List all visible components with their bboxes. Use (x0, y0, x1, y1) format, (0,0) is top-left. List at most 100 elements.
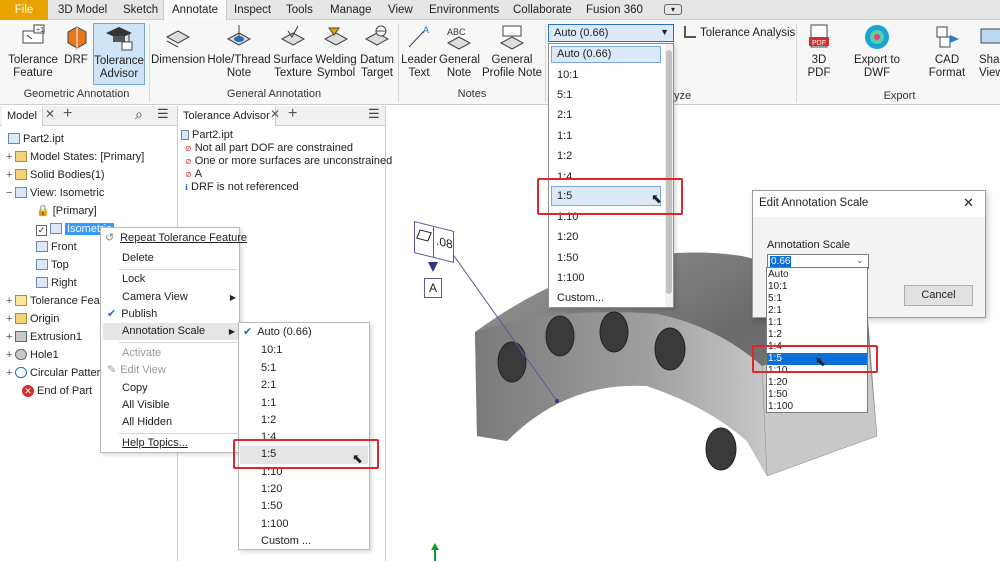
close-icon[interactable]: ✕ (45, 107, 55, 121)
advisor-message[interactable]: ⊘ Not all part DOF are constrained (185, 141, 353, 155)
context-item-all-hidden[interactable]: All Hidden (122, 414, 172, 431)
surface-texture-button[interactable]: Surface Texture (272, 23, 314, 85)
context-item-copy[interactable]: Copy (122, 380, 148, 397)
submenu-item[interactable]: 2:1 (261, 377, 276, 394)
expand-icon[interactable]: + (6, 364, 15, 382)
tree-item-circular-pattern[interactable]: + Circular Patter (6, 364, 100, 382)
context-item-annotation-scale[interactable]: Annotation Scale ▶ (103, 323, 239, 340)
tree-item-top[interactable]: Top (36, 256, 69, 274)
dialog-scale-option[interactable]: 1:2 (768, 329, 782, 341)
tree-item-model-states[interactable]: + Model States: [Primary] (6, 148, 144, 166)
checkbox-icon[interactable]: ✓ (36, 225, 47, 236)
tree-item-view-isometric[interactable]: − View: Isometric (6, 184, 104, 202)
tolerance-feature-button[interactable]: +1 Tolerance Feature (5, 23, 61, 85)
submenu-item[interactable]: 5:1 (261, 360, 276, 377)
leader-text-button[interactable]: A Leader Text (400, 23, 438, 85)
expand-icon[interactable]: + (6, 166, 15, 184)
chevron-down-icon[interactable]: ⌄ (856, 255, 864, 266)
tab-inspect[interactable]: Inspect (226, 0, 279, 20)
tree-item-end-of-part[interactable]: ✕ End of Part (22, 382, 92, 400)
search-icon[interactable]: ⌕ (135, 106, 143, 123)
tree-item-right[interactable]: Right (36, 274, 77, 292)
submenu-item[interactable]: 1:20 (261, 481, 282, 498)
tab-annotate[interactable]: Annotate (163, 0, 228, 21)
advisor-message[interactable]: ℹ DRF is not referenced (185, 180, 299, 194)
scale-option[interactable]: 1:50 (557, 252, 578, 264)
cad-format-button[interactable]: CAD Format (916, 23, 978, 85)
scale-option[interactable]: 5:1 (557, 89, 572, 101)
scale-option[interactable]: 1:20 (557, 231, 578, 243)
expand-icon[interactable]: + (6, 292, 15, 310)
tab-view[interactable]: View (380, 0, 421, 20)
context-item-repeat[interactable]: ↺ Repeat Tolerance Feature (105, 230, 247, 247)
collapse-icon[interactable]: − (6, 184, 15, 202)
cancel-button[interactable]: Cancel (904, 285, 973, 306)
tab-tolerance-advisor[interactable]: Tolerance Advisor (178, 106, 276, 126)
context-item-publish[interactable]: ✔ Publish (107, 306, 157, 323)
datum-target-button[interactable]: Datum Target (358, 23, 396, 85)
ribbon-options-icon[interactable]: ▾ (664, 4, 682, 15)
export-dwf-button[interactable]: Export to DWF (840, 23, 914, 85)
hole-thread-note-button[interactable]: Hole/Thread Note (207, 23, 271, 85)
welding-symbol-button[interactable]: Welding Symbol (315, 23, 357, 85)
expand-icon[interactable]: + (6, 148, 15, 166)
context-item-help[interactable]: Help Topics... (122, 435, 188, 452)
dialog-scale-option[interactable]: 1:20 (768, 377, 787, 389)
scrollbar[interactable] (665, 44, 673, 307)
share-view-button[interactable]: Shar View (979, 23, 1000, 85)
dialog-scale-option[interactable]: 1:1 (768, 317, 782, 329)
scale-option[interactable]: 1:100 (557, 272, 585, 284)
context-item-delete[interactable]: Delete (122, 250, 154, 267)
add-icon[interactable]: + (63, 105, 72, 123)
annotation-scale-combo[interactable]: Auto (0.66) ▼ (548, 24, 674, 42)
tree-root[interactable]: Part2.ipt (8, 130, 64, 148)
menu-icon[interactable]: ☰ (157, 106, 169, 122)
tab-collaborate[interactable]: Collaborate (505, 0, 580, 20)
advisor-root[interactable]: Part2.ipt (181, 128, 233, 142)
dimension-button[interactable]: Dimension (151, 23, 205, 85)
tree-item-extrusion1[interactable]: + Extrusion1 (6, 328, 82, 346)
scrollbar-thumb[interactable] (666, 50, 672, 294)
dialog-scale-option[interactable]: 1:100 (768, 401, 793, 413)
dialog-scale-option[interactable]: 2:1 (768, 305, 782, 317)
general-profile-note-button[interactable]: General Profile Note (481, 23, 543, 85)
drf-button[interactable]: DRF (62, 23, 90, 85)
tree-item-tolerance-feat[interactable]: + Tolerance Feat (6, 292, 103, 310)
tab-environments[interactable]: Environments (421, 0, 507, 20)
expand-icon[interactable]: + (6, 346, 15, 364)
scale-option[interactable]: 1:2 (557, 150, 572, 162)
dialog-scale-option[interactable]: 1:50 (768, 389, 787, 401)
tree-item-front[interactable]: Front (36, 238, 77, 256)
add-icon[interactable]: + (288, 105, 297, 123)
expand-icon[interactable]: + (6, 310, 15, 328)
tab-file[interactable]: File (0, 0, 48, 20)
context-item-all-visible[interactable]: All Visible (122, 397, 170, 414)
tree-item-solid-bodies[interactable]: + Solid Bodies(1) (6, 166, 105, 184)
advisor-message[interactable]: ⊘ A (185, 167, 202, 181)
submenu-item-auto[interactable]: ✔ Auto (0.66) (243, 324, 312, 341)
tree-item-primary[interactable]: 🔒 [Primary] (36, 202, 97, 220)
tab-manage[interactable]: Manage (322, 0, 380, 20)
tab-model[interactable]: Model (2, 106, 43, 126)
context-item-camera-view[interactable]: Camera View ▶ (122, 289, 238, 306)
submenu-item[interactable]: Custom ... (261, 533, 311, 550)
general-note-button[interactable]: ABC General Note (439, 23, 480, 85)
scale-option[interactable]: 2:1 (557, 109, 572, 121)
tree-item-hole1[interactable]: + Hole1 (6, 346, 59, 364)
tolerance-analysis-button[interactable]: Tolerance Analysis (684, 26, 795, 39)
submenu-item[interactable]: 1:50 (261, 498, 282, 515)
context-item-lock[interactable]: Lock (122, 271, 145, 288)
dialog-scale-option[interactable]: 10:1 (768, 281, 787, 293)
advisor-message[interactable]: ⊘ One or more surfaces are unconstrained (185, 154, 392, 168)
scale-option[interactable]: 10:1 (557, 69, 578, 81)
submenu-item[interactable]: 1:2 (261, 412, 276, 429)
dialog-scale-option[interactable]: Auto (768, 269, 789, 281)
tab-sketch[interactable]: Sketch (115, 0, 166, 20)
scale-option-auto[interactable]: Auto (0.66) (557, 48, 611, 60)
datum-label[interactable]: A (424, 278, 442, 298)
scale-option[interactable]: 1:1 (557, 130, 572, 142)
close-icon[interactable]: ✕ (963, 195, 974, 211)
menu-icon[interactable]: ☰ (368, 106, 380, 122)
tolerance-advisor-button[interactable]: Tolerance Advisor (93, 23, 145, 85)
submenu-item[interactable]: 10:1 (261, 342, 282, 359)
